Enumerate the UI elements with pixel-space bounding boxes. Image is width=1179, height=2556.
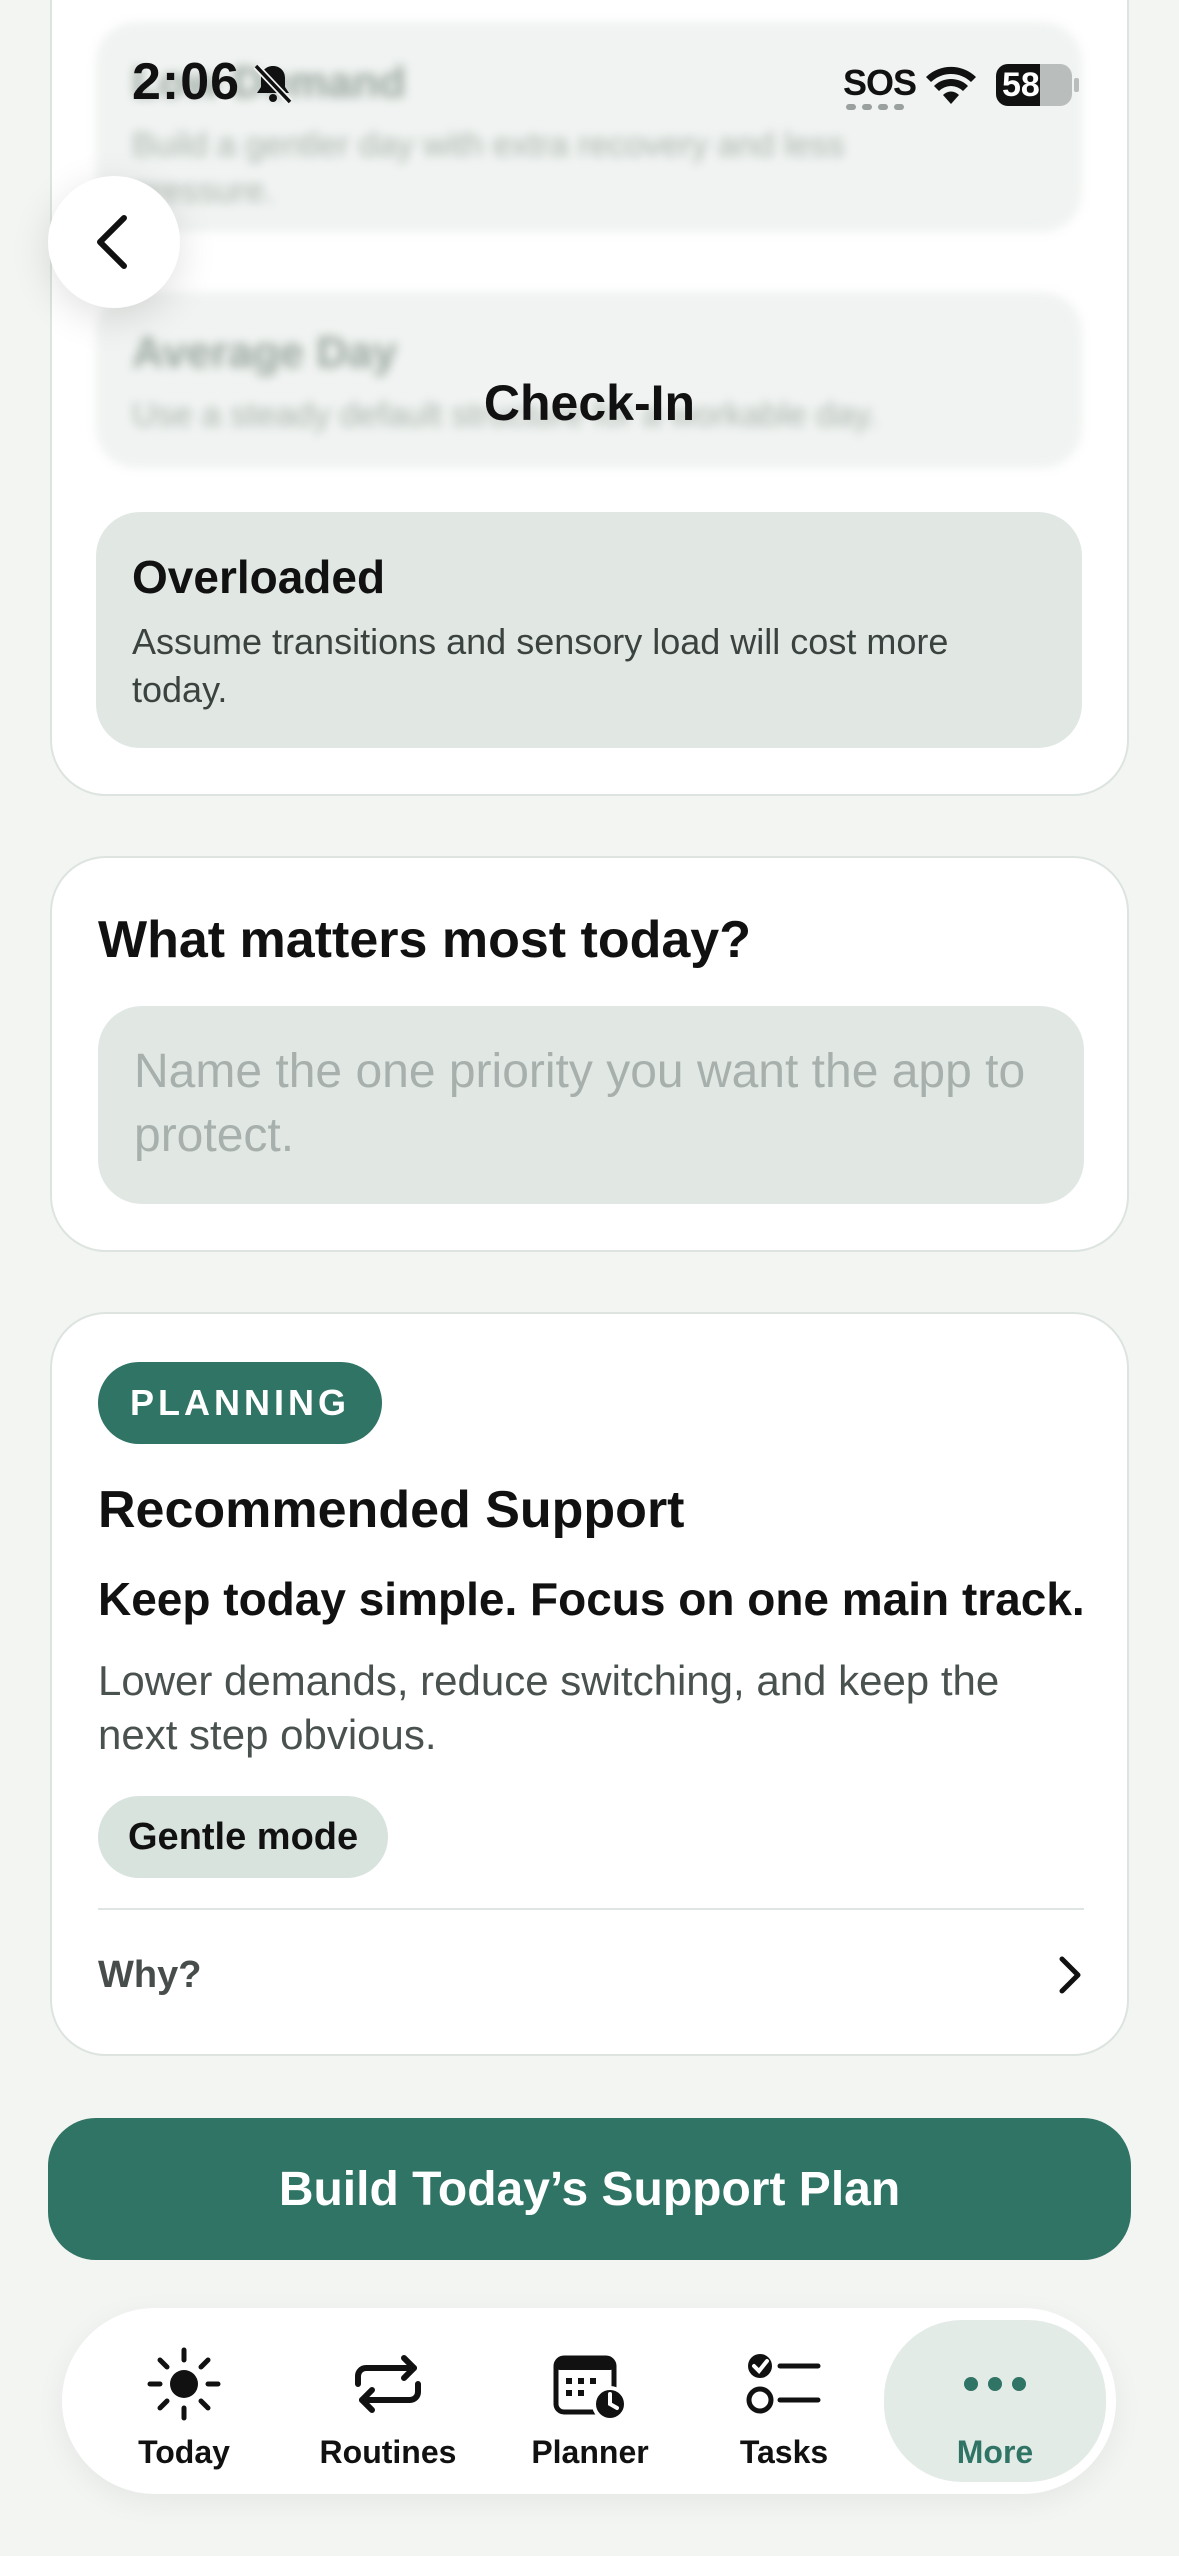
tab-routines[interactable]: Routines	[288, 2308, 488, 2494]
sos-indicator: SOS	[843, 62, 917, 103]
mode-chip: Gentle mode	[98, 1796, 389, 1878]
recommendation-headline: Keep today simple. Focus on one main tra…	[98, 1573, 1085, 1625]
page-title: Check-In	[483, 375, 696, 431]
category-badge: PLANNING	[98, 1362, 382, 1444]
priority-input[interactable]	[98, 1006, 1084, 1204]
signal-dots-icon	[846, 104, 904, 110]
chevron-left-icon	[97, 215, 127, 269]
build-plan-button[interactable]: Build Today’s Support Plan	[48, 2118, 1131, 2260]
tab-label: Today	[138, 2434, 230, 2470]
why-label: Why?	[98, 1953, 202, 1996]
option-title: Average Day	[132, 328, 397, 377]
tab-more[interactable]: More	[884, 2320, 1106, 2482]
chevron-right-icon	[1059, 1956, 1081, 1994]
option-overloaded[interactable]: Overloaded Assume transitions and sensor…	[96, 512, 1082, 748]
recommendation-description: Lower demands, reduce switching, and kee…	[98, 1657, 1000, 1758]
battery-level: 58	[1002, 66, 1040, 104]
recommendation-card: PLANNING Recommended Support Keep today …	[50, 1312, 1129, 2056]
sun-icon	[147, 2347, 221, 2421]
tab-label: More	[956, 2434, 1034, 2470]
repeat-icon	[355, 2355, 421, 2413]
tab-today[interactable]: Today	[84, 2308, 284, 2494]
recommendation-title: Recommended Support	[98, 1481, 685, 1539]
tab-label: Planner	[531, 2434, 649, 2470]
tab-tasks[interactable]: Tasks	[684, 2308, 884, 2494]
checklist-icon	[746, 2354, 821, 2414]
option-low-demand[interactable]: Low Demand Build a gentler day with extr…	[96, 22, 1082, 232]
tab-label: Routines	[319, 2434, 457, 2470]
tab-label: Tasks	[739, 2434, 829, 2470]
calendar-clock-icon	[553, 2355, 628, 2422]
ellipsis-icon	[964, 2377, 1026, 2391]
option-description: Build a gentler day with extra recovery …	[132, 126, 845, 210]
priority-card: What matters most today?	[50, 856, 1129, 1252]
option-description: Assume transitions and sensory load will…	[132, 621, 949, 710]
bell-slash-icon	[253, 63, 293, 105]
status-time: 2:06	[132, 53, 241, 111]
option-title: Overloaded	[132, 551, 386, 603]
why-row[interactable]: Why?	[98, 1910, 1084, 2040]
wifi-icon	[926, 66, 976, 104]
back-button[interactable]	[48, 176, 180, 308]
tab-bar: Today Routines Planner Tasks More	[62, 2308, 1116, 2494]
priority-question: What matters most today?	[98, 911, 751, 969]
tab-planner[interactable]: Planner	[490, 2308, 690, 2494]
